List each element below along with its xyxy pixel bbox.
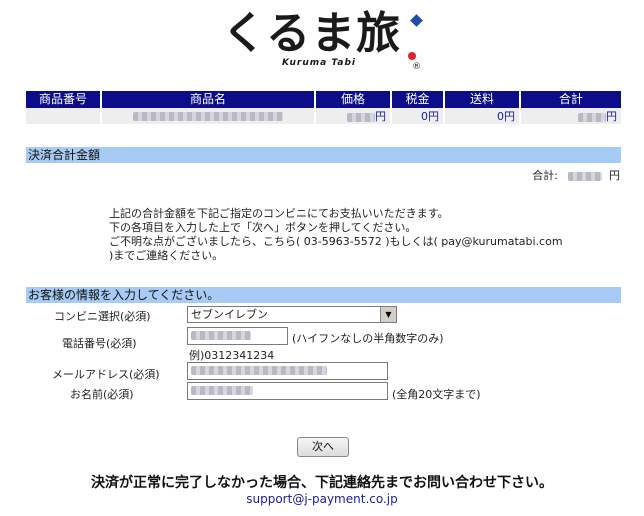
redacted-email: [191, 365, 327, 375]
header-tax: 税金: [390, 91, 444, 108]
email-input[interactable]: [187, 362, 388, 380]
logo-registered-mark: ®: [412, 62, 421, 72]
store-select-label: コンビニ選択(必須): [54, 310, 151, 323]
instruction-line: ご不明な点がございましたら、こちら( 03-5963-5572 )もしくは( p…: [109, 235, 563, 248]
payment-total-section-title: 決済合計金額: [26, 147, 621, 163]
header-price: 価格: [314, 91, 391, 108]
price-suffix: 円: [375, 110, 386, 123]
phone-format-hint: (ハイフンなしの半角数字のみ): [292, 332, 444, 345]
support-email-link[interactable]: support@j-payment.co.jp: [0, 492, 644, 506]
header-total: 合計: [519, 91, 621, 108]
next-button[interactable]: 次へ: [297, 437, 349, 457]
kuruma-tabi-logo: くるま旅 Kuruma Tabi ®: [222, 6, 432, 76]
name-length-hint: (全角20文字まで): [392, 388, 481, 401]
cell-item-name: [100, 108, 315, 124]
payment-total-line: 合計: 円: [532, 167, 620, 183]
redacted-phone: [191, 330, 251, 340]
instruction-line: 上記の合計金額を下記ご指定のコンビニにてお支払いいただきます。: [109, 207, 449, 220]
cell-shipping: 0円: [443, 108, 520, 124]
table-row: 円 0円 0円 円: [26, 108, 621, 124]
redacted-name: [191, 385, 253, 395]
header-shipping: 送料: [443, 91, 520, 108]
phone-label: 電話番号(必須): [62, 337, 137, 350]
failure-contact-notice: 決済が正常に完了しなかった場合、下記連絡先までお問い合わせ下さい。: [91, 475, 553, 491]
payment-instructions: 上記の合計金額を下記ご指定のコンビニにてお支払いいただきます。 下の各項目を入力…: [109, 207, 563, 263]
redacted-payment-total: [567, 171, 602, 181]
cell-total: 円: [519, 108, 621, 124]
store-selected-value: セブンイレブン: [191, 308, 268, 321]
redacted-price: [347, 112, 375, 122]
convenience-store-select[interactable]: セブンイレブン ▼: [187, 306, 397, 323]
payment-total-label: 合計:: [532, 169, 558, 182]
order-items-table: 商品番号 商品名 価格 税金 送料 合計 円 0円 0円 円: [26, 91, 621, 124]
total-suffix: 円: [606, 110, 617, 123]
email-label: メールアドレス(必須): [52, 368, 160, 381]
phone-input[interactable]: [187, 327, 288, 345]
chevron-down-icon[interactable]: ▼: [380, 307, 396, 322]
cell-item-number: [26, 108, 101, 124]
cell-price: 円: [314, 108, 391, 124]
header-item-name: 商品名: [100, 91, 315, 108]
payment-total-suffix: 円: [609, 169, 620, 182]
logo-red-dot: [408, 52, 416, 60]
phone-example: 例)0312341234: [189, 349, 275, 362]
name-input[interactable]: [187, 382, 388, 400]
table-header-row: 商品番号 商品名 価格 税金 送料 合計: [26, 91, 621, 108]
logo-blue-diamond: [410, 14, 423, 27]
logo-wordmark: くるま旅: [222, 8, 402, 59]
redacted-item-name: [133, 112, 283, 121]
name-label: お名前(必須): [70, 388, 134, 401]
customer-info-section-title: お客様の情報を入力してください。: [26, 287, 621, 303]
header-item-number: 商品番号: [26, 91, 101, 108]
instruction-line: 下の各項目を入力した上で「次へ」ボタンを押してください。: [109, 221, 417, 234]
logo-subtitle: Kuruma Tabi: [282, 58, 356, 68]
instruction-line: )までご連絡ください。: [109, 249, 224, 262]
redacted-total: [578, 112, 606, 122]
cell-tax: 0円: [390, 108, 444, 124]
